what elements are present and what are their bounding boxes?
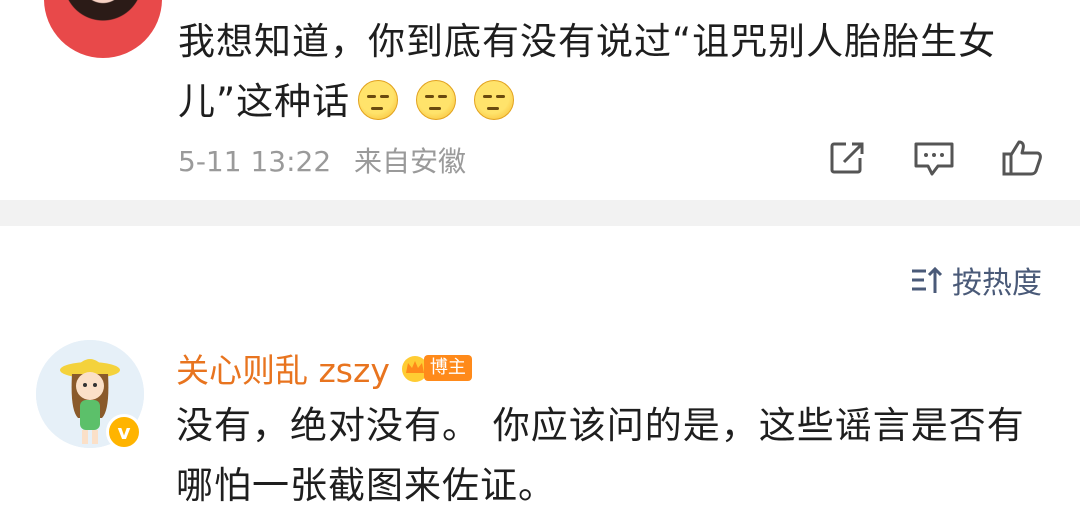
comment-button[interactable]	[912, 138, 956, 178]
comment-text: 我想知道，你到底有没有说过“诅咒别人胎胎生女 儿”这种话	[178, 12, 1038, 132]
sort-toggle[interactable]: 按热度	[910, 258, 1042, 302]
sleepy-emoji-icon	[474, 80, 515, 120]
section-divider	[0, 200, 1080, 226]
username[interactable]: 关心则乱 zszy	[176, 344, 390, 392]
sleepy-emoji-icon	[358, 80, 399, 120]
comment-meta: 5-11 13:22 来自安徽	[178, 140, 466, 180]
reply-text: 没有，绝对没有。 你应该问的是，这些谣言是否有 哪怕一张截图来佐证。	[176, 396, 1056, 516]
sleepy-emoji-icon	[416, 80, 457, 120]
sort-icon	[912, 266, 943, 293]
comment-text-tail: 儿”这种话	[178, 80, 351, 123]
verified-badge: v	[106, 414, 142, 450]
reply-text-line: 没有，绝对没有。 你应该问的是，这些谣言是否有	[176, 404, 1025, 447]
share-button[interactable]	[826, 138, 870, 178]
verified-mark: v	[117, 420, 131, 444]
author-badge: 博主	[400, 353, 472, 383]
comment-item: 我想知道，你到底有没有说过“诅咒别人胎胎生女 儿”这种话 5-11 13:22 …	[0, 0, 1080, 200]
share-icon	[830, 142, 864, 174]
location: 来自安徽	[354, 145, 467, 178]
reply-author[interactable]: 关心则乱 zszy 博主	[176, 344, 472, 392]
like-icon	[1002, 140, 1042, 176]
badge-label: 博主	[423, 355, 472, 381]
timestamp: 5-11 13:22	[178, 145, 332, 178]
comment-text-line: 我想知道，你到底有没有说过“诅咒别人胎胎生女	[178, 20, 997, 63]
avatar[interactable]	[44, 0, 162, 58]
sort-label: 按热度	[952, 266, 1042, 301]
comment-text-line: 儿”这种话	[178, 72, 1038, 132]
reply-text-line: 哪怕一张截图来佐证。	[176, 464, 556, 507]
like-button[interactable]	[1000, 138, 1044, 178]
comment-icon	[914, 142, 954, 176]
